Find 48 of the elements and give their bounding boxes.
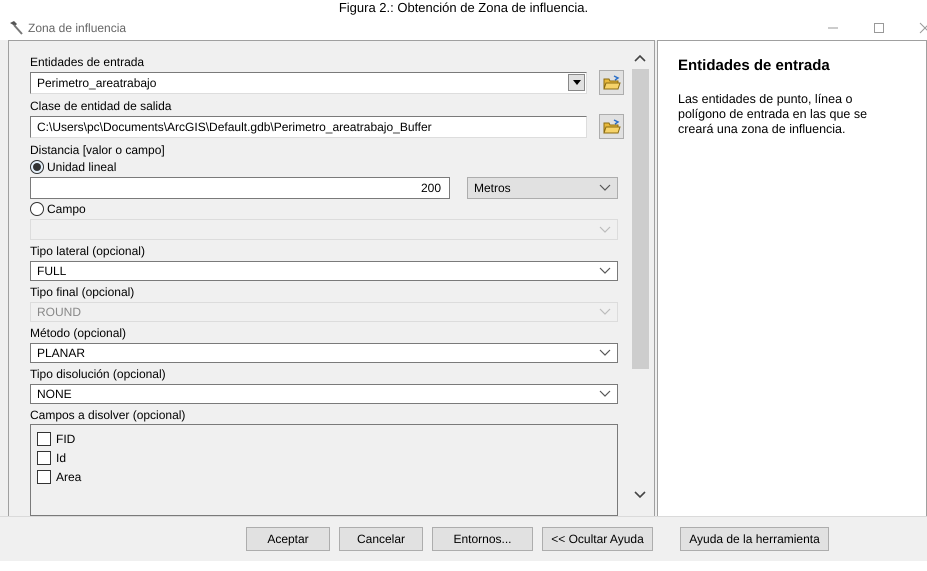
- radio-button[interactable]: Unidad lineal: [30, 158, 624, 175]
- hammer-icon: [8, 20, 24, 36]
- field-label: Tipo final (opcional): [30, 284, 136, 300]
- field-label: Entidades de entrada: [30, 54, 146, 70]
- browse-button[interactable]: [599, 114, 624, 139]
- number-field[interactable]: 200: [30, 176, 450, 199]
- field-label: Método (opcional): [30, 325, 128, 342]
- chevron-down-icon[interactable]: [599, 390, 611, 398]
- chevron-down-icon[interactable]: [599, 184, 611, 192]
- field-label: Campos a disolver (opcional): [30, 407, 186, 424]
- radio-icon[interactable]: [30, 160, 44, 174]
- checkbox[interactable]: [37, 451, 51, 466]
- dialog-button[interactable]: << Ocultar Ayuda: [542, 527, 653, 551]
- field-label: Distancia [valor o campo]: [30, 142, 166, 158]
- help-title: Entidades de entrada: [678, 56, 831, 76]
- maximize-icon[interactable]: [873, 22, 885, 34]
- dialog-button[interactable]: Aceptar: [246, 527, 330, 551]
- figure-caption: Figura 2.: Obtención de Zona de influencia.: [338, 0, 588, 16]
- checkbox-item[interactable]: FID: [37, 431, 617, 448]
- dropdown[interactable]: NONE: [30, 384, 618, 404]
- chevron-down-icon[interactable]: [599, 349, 611, 358]
- unit-dropdown[interactable]: Metros: [467, 176, 618, 199]
- combo-box[interactable]: Perimetro_areatrabajo: [30, 72, 587, 94]
- folder-icon: [602, 118, 620, 134]
- dropdown[interactable]: PLANAR: [30, 343, 618, 364]
- checkbox[interactable]: [37, 432, 51, 446]
- checkbox-item[interactable]: Id: [37, 450, 617, 466]
- checkbox[interactable]: [37, 470, 51, 484]
- field-label: Tipo disolución (opcional): [30, 366, 167, 382]
- checkbox-list[interactable]: FID Id Area: [30, 424, 618, 516]
- window-title: Zona de influencia: [28, 20, 126, 37]
- field-label: Clase de entidad de salida: [30, 98, 172, 114]
- dropdown[interactable]: FULL: [30, 260, 618, 281]
- dialog-button[interactable]: Cancelar: [339, 527, 423, 551]
- field-label: Tipo lateral (opcional): [30, 242, 146, 259]
- chevron-down-icon[interactable]: [599, 266, 611, 275]
- folder-icon: [602, 74, 620, 90]
- scrollbar-thumb[interactable]: [632, 69, 648, 369]
- dialog-button[interactable]: Entornos...: [432, 527, 533, 551]
- help-text: Las entidades de punto, línea o polígono de entrada en las que se creará una zona de influencia.: [678, 92, 868, 136]
- dialog-button[interactable]: Ayuda de la herramienta: [680, 527, 829, 551]
- radio-icon[interactable]: [30, 202, 44, 216]
- input-field[interactable]: C:\Users\pc\Documents\ArcGIS\Default.gdb\Perimetro_areatrabajo_Buffer: [30, 116, 587, 138]
- browse-button[interactable]: [599, 70, 624, 95]
- scroll-down-icon[interactable]: [633, 490, 647, 500]
- checkbox-item[interactable]: Area: [37, 469, 617, 486]
- scroll-up-icon[interactable]: [633, 53, 647, 63]
- radio-button[interactable]: Campo: [30, 200, 624, 218]
